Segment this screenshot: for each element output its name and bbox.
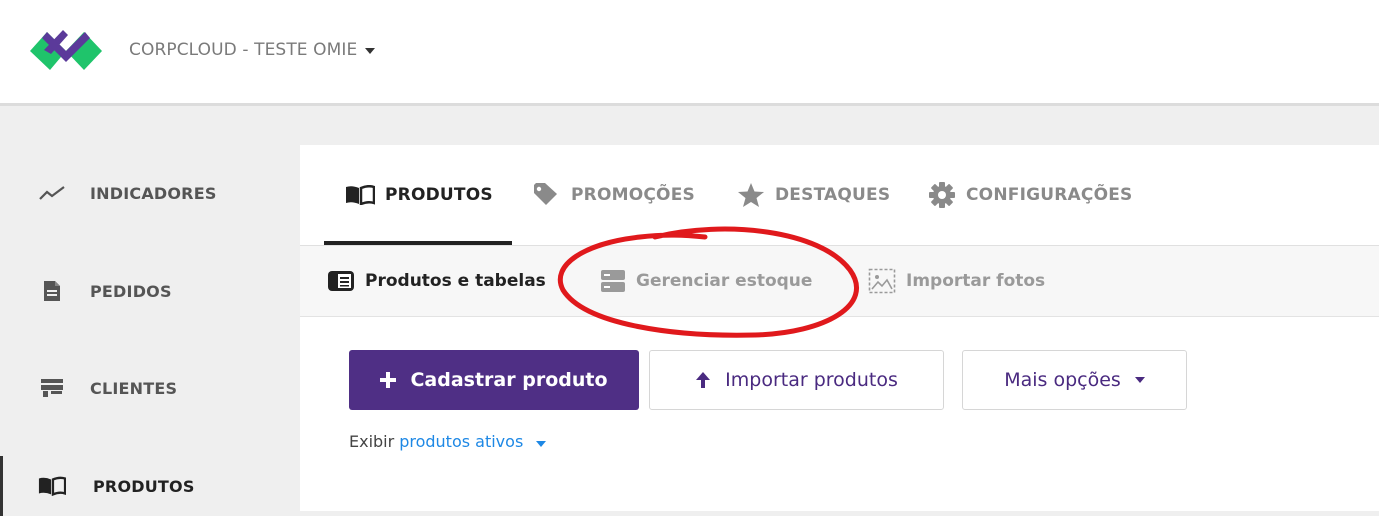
subtab-label: Importar fotos xyxy=(906,271,1046,291)
filter-value: produtos ativos xyxy=(399,432,524,451)
sidebar-item-produtos[interactable]: PRODUTOS xyxy=(0,456,303,516)
sidebar-item-clientes[interactable]: CLIENTES xyxy=(0,358,300,418)
gear-icon xyxy=(929,182,955,208)
tab-label: PROMOÇÕES xyxy=(571,185,695,205)
sidebar-item-label: PEDIDOS xyxy=(90,281,172,301)
document-icon xyxy=(38,279,66,303)
trend-line-icon xyxy=(38,181,66,205)
import-products-label: Importar produtos xyxy=(725,369,898,391)
tab-destaques[interactable]: DESTAQUES xyxy=(737,145,890,245)
sidebar: INDICADORES PEDIDOS CLIENTES PRODUTOS xyxy=(0,106,300,516)
caret-down-icon xyxy=(365,48,376,54)
tag-icon xyxy=(534,183,557,205)
subtab-label: Gerenciar estoque xyxy=(636,271,813,291)
omie-logo-icon[interactable] xyxy=(30,26,102,72)
tab-label: CONFIGURAÇÕES xyxy=(966,185,1133,205)
sidebar-item-indicadores[interactable]: INDICADORES xyxy=(0,163,300,223)
arrow-up-icon xyxy=(696,372,711,388)
tab-produtos[interactable]: PRODUTOS xyxy=(345,145,493,245)
tab-label: DESTAQUES xyxy=(775,185,891,205)
main-panel: PRODUTOS PROMOÇÕES DESTAQUES CONFIGURAÇÕ… xyxy=(300,145,1379,511)
sidebar-item-pedidos[interactable]: PEDIDOS xyxy=(0,261,300,321)
open-book-icon xyxy=(38,474,66,498)
subtab-produtos-e-tabelas[interactable]: Produtos e tabelas xyxy=(327,246,546,316)
more-options-label: Mais opções xyxy=(1004,369,1121,391)
import-products-button[interactable]: Importar produtos xyxy=(649,350,944,410)
subtab-bar: Produtos e tabelas Gerenciar estoque Imp… xyxy=(300,246,1379,317)
caret-down-icon xyxy=(1134,377,1145,383)
catalog-icon xyxy=(328,271,354,291)
more-options-button[interactable]: Mais opções xyxy=(962,350,1187,410)
open-book-icon xyxy=(346,185,375,205)
sidebar-item-label: CLIENTES xyxy=(90,378,178,398)
subtab-label: Produtos e tabelas xyxy=(365,271,546,291)
company-selector[interactable]: CORPCLOUD - TESTE OMIE xyxy=(129,40,376,60)
tab-configuracoes[interactable]: CONFIGURAÇÕES xyxy=(928,145,1132,245)
store-icon xyxy=(38,376,66,400)
filter-dropdown[interactable]: produtos ativos xyxy=(399,432,547,451)
company-name: CORPCLOUD - TESTE OMIE xyxy=(129,40,358,60)
add-product-label: Cadastrar produto xyxy=(410,369,608,391)
subtab-gerenciar-estoque[interactable]: Gerenciar estoque xyxy=(600,246,812,316)
product-filter: Exibir produtos ativos xyxy=(349,432,547,451)
subtab-importar-fotos[interactable]: Importar fotos xyxy=(868,246,1045,316)
caret-down-icon xyxy=(536,441,547,447)
filter-prefix: Exibir xyxy=(349,432,395,451)
tab-promocoes[interactable]: PROMOÇÕES xyxy=(533,145,695,245)
plus-icon xyxy=(380,372,397,388)
add-product-button[interactable]: Cadastrar produto xyxy=(349,350,639,410)
sidebar-item-label: INDICADORES xyxy=(90,183,217,203)
sidebar-item-label: PRODUTOS xyxy=(93,476,195,496)
tab-label: PRODUTOS xyxy=(385,185,493,205)
top-bar: CORPCLOUD - TESTE OMIE xyxy=(0,0,1379,106)
active-tab-indicator xyxy=(324,241,512,245)
image-icon xyxy=(868,268,896,294)
tab-bar: PRODUTOS PROMOÇÕES DESTAQUES CONFIGURAÇÕ… xyxy=(300,145,1379,246)
server-icon xyxy=(601,270,625,292)
star-icon xyxy=(738,183,764,207)
